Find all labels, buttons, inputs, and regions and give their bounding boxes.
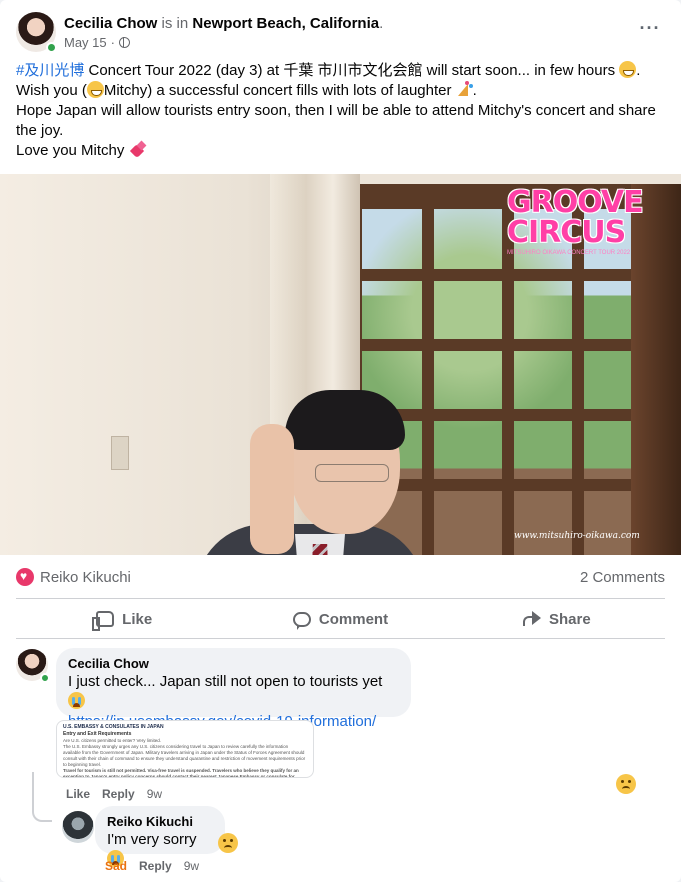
comments-count[interactable]: 2 Comments	[580, 569, 665, 586]
comment-1-author[interactable]: Cecilia Chow	[68, 656, 399, 672]
post-line-2-text: Mitchy) a successful concert fills with …	[103, 82, 456, 99]
comment-2-reply[interactable]: Reply	[139, 858, 172, 874]
post-meta: May 15 ·	[64, 35, 130, 50]
share-arrow-icon	[522, 611, 541, 627]
comment-1-online-dot	[40, 673, 50, 683]
post-line-3: Hope Japan will allow tourists entry soo…	[16, 102, 656, 139]
location-suffix: .	[379, 15, 384, 32]
comment-2-actions: Sad Reply 9w	[105, 858, 199, 874]
hashtag-link[interactable]: #及川光博	[16, 62, 84, 79]
thumbs-up-icon	[92, 611, 115, 631]
party-popper-emoji-icon	[456, 81, 473, 98]
comment-label: Comment	[318, 610, 389, 628]
reactor-name[interactable]: Reiko Kikuchi	[40, 569, 131, 586]
post-line-1: #及川光博 Concert Tour 2022 (day 3) at 千葉 市川…	[16, 61, 666, 81]
comment-1-actions: Like Reply 9w	[66, 786, 162, 802]
online-status-dot	[46, 42, 57, 53]
post-text: #及川光博 Concert Tour 2022 (day 3) at 千葉 市川…	[16, 61, 666, 161]
comment-2-bubble: Reiko Kikuchi I'm very sorry	[95, 806, 225, 867]
link-card-body-1: The U.S. Embassy strongly urges any U.S.…	[63, 744, 306, 767]
post-line-2-end: .	[472, 82, 477, 99]
comment-bubble-icon	[292, 611, 311, 630]
more-options-button[interactable]: ···	[635, 18, 665, 42]
logo-word-2: CIRCUS	[507, 215, 626, 250]
photo-peace-hand	[250, 424, 294, 554]
smile-emoji-icon	[86, 81, 104, 98]
comment-2-sad-label[interactable]: Sad	[105, 858, 127, 874]
groove-circus-logo: GROOVE CIRCUS MITSUHIRO OIKAWA CONCERT T…	[507, 188, 647, 268]
comment-1-text-row: I just check... Japan still not open to …	[68, 672, 399, 712]
author-name[interactable]: Cecilia Chow	[64, 15, 157, 32]
public-globe-icon	[118, 37, 130, 48]
post-photo[interactable]: GROOVE CIRCUS MITSUHIRO OIKAWA CONCERT T…	[0, 174, 681, 555]
comment-2-text: I'm very sorry	[107, 831, 197, 848]
comment-1-bubble: Cecilia Chow I just check... Japan still…	[56, 648, 411, 730]
grin-emoji-icon	[619, 61, 637, 78]
comment-1-avatar[interactable]	[16, 649, 50, 683]
comment-button[interactable]: Comment	[232, 601, 448, 637]
link-card-title: U.S. EMBASSY & CONSULATES IN JAPAN	[63, 724, 164, 730]
photo-light-switch	[111, 436, 129, 470]
post-line-4-text: Love you Mitchy	[16, 142, 129, 159]
comment-2-sad-reaction-icon[interactable]	[218, 833, 238, 853]
post-line-1-end: .	[636, 62, 641, 79]
comment-2-avatar[interactable]	[62, 811, 94, 843]
love-reaction-icon[interactable]	[16, 568, 34, 586]
link-card-body-2: Travel for tourism is still not permitte…	[63, 768, 299, 778]
logo-tagline: MITSUHIRO OIKAWA CONCERT TOUR 2022	[507, 250, 631, 256]
crying-emoji-icon	[68, 692, 85, 709]
share-label: Share	[548, 610, 591, 628]
reactions-bar: Reiko Kikuchi 2 Comments	[16, 563, 665, 591]
is-in-text: is in	[161, 15, 189, 32]
comment-2-time[interactable]: 9w	[184, 858, 199, 874]
post-actions: Like Comment Share	[16, 601, 665, 637]
comment-1-reply[interactable]: Reply	[102, 786, 135, 802]
logo-word-1: GROOVE	[507, 185, 644, 220]
comment-1-like[interactable]: Like	[66, 786, 90, 802]
author-line: Cecilia Chow is in Newport Beach, Califo…	[64, 14, 383, 34]
divider-top	[16, 598, 665, 599]
link-card-heading: Entry and Exit Requirements	[63, 731, 132, 737]
comment-1-sad-reaction-icon[interactable]	[616, 774, 636, 794]
link-preview-card[interactable]: U.S. EMBASSY & CONSULATES IN JAPAN Entry…	[56, 720, 314, 778]
photo-person	[195, 390, 425, 555]
author-avatar[interactable]	[16, 12, 57, 53]
location-link[interactable]: Newport Beach, California	[192, 15, 379, 32]
comment-1-time[interactable]: 9w	[147, 786, 162, 802]
post-header: Cecilia Chow is in Newport Beach, Califo…	[16, 12, 665, 56]
like-label: Like	[122, 610, 153, 628]
photo-glasses	[315, 464, 389, 482]
comment-1-text: I just check... Japan still not open to …	[68, 673, 383, 690]
post-date[interactable]: May 15	[64, 35, 107, 50]
photo-hair	[285, 390, 405, 450]
divider-bottom	[16, 638, 665, 639]
post-line-2-start: Wish you (	[16, 82, 87, 99]
meta-separator: ·	[110, 35, 115, 50]
comment-2-author[interactable]: Reiko Kikuchi	[107, 814, 213, 830]
share-button[interactable]: Share	[449, 601, 665, 637]
post-line-4: Love you Mitchy	[16, 141, 666, 161]
post-card: Cecilia Chow is in Newport Beach, Califo…	[0, 0, 681, 882]
like-button[interactable]: Like	[16, 601, 232, 637]
two-hearts-emoji-icon	[129, 141, 146, 158]
reply-thread-line	[32, 772, 52, 822]
post-line-2: Wish you ( Mitchy) a successful concert f…	[16, 81, 666, 101]
post-line-1-text: Concert Tour 2022 (day 3) at 千葉 市川市文化会館 …	[84, 62, 620, 79]
photo-watermark: www.mitsuhiro-oikawa.com	[514, 531, 640, 541]
